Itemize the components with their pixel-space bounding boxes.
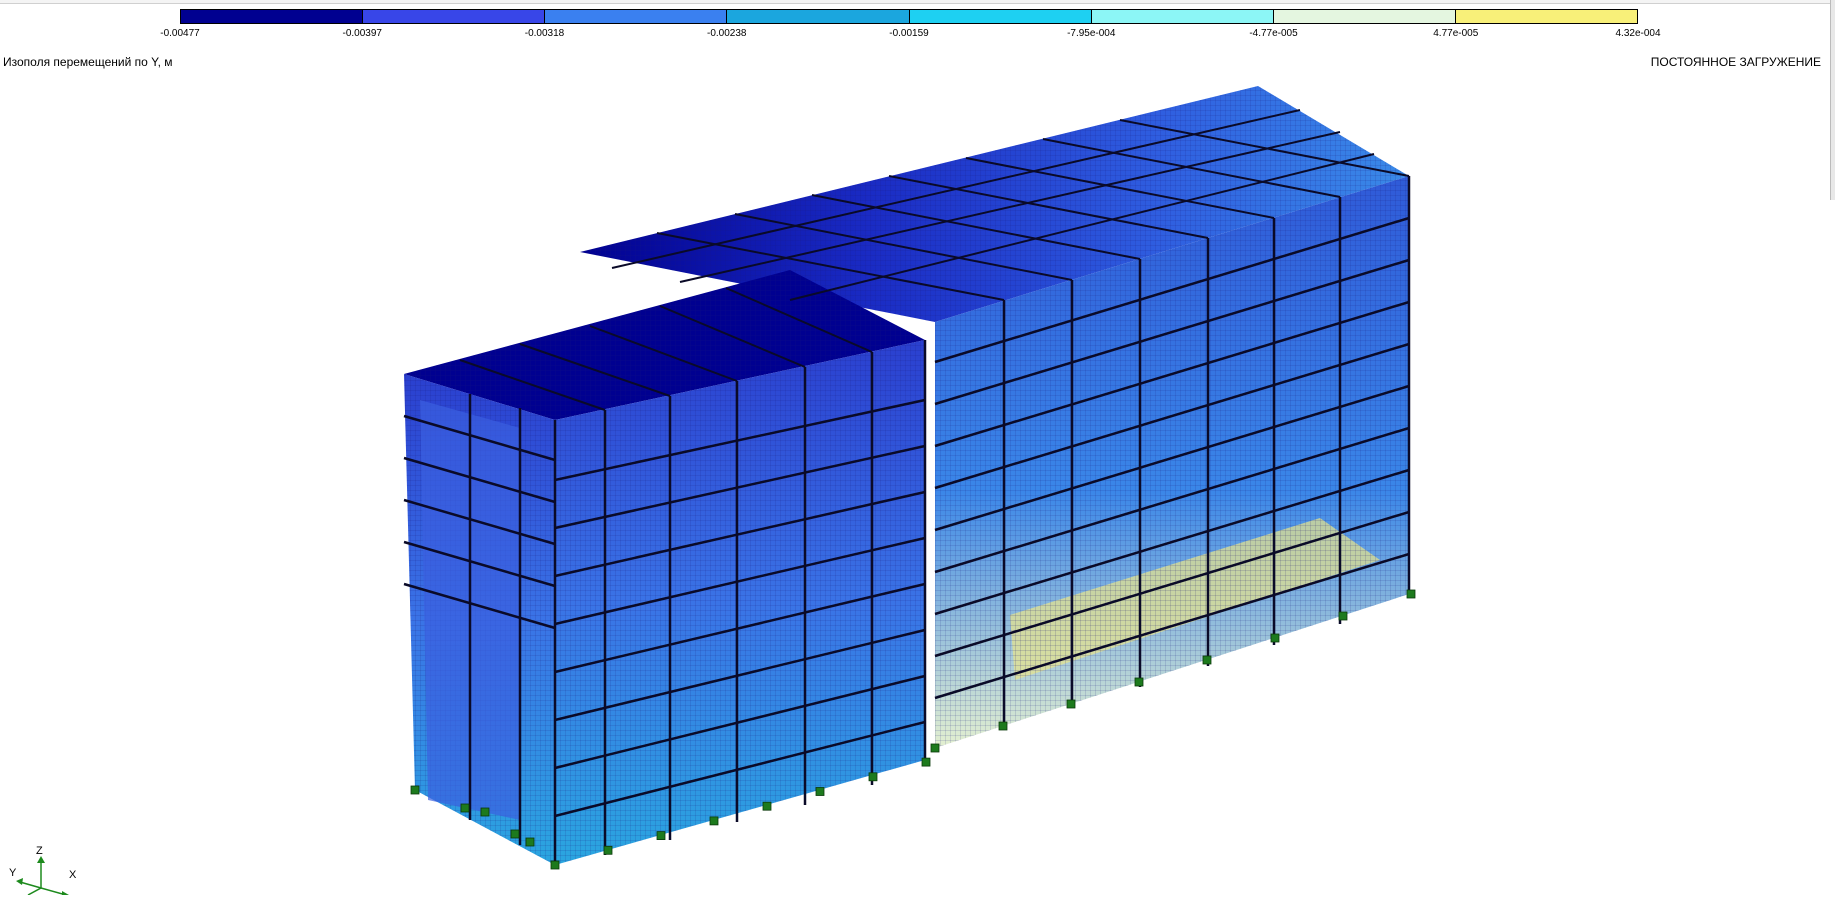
support-node bbox=[998, 721, 1008, 731]
support-node bbox=[603, 845, 613, 855]
support-node bbox=[1338, 611, 1348, 621]
axis-triad: Z Y X bbox=[6, 845, 76, 895]
support-node bbox=[921, 757, 931, 767]
building-model[interactable] bbox=[0, 0, 1835, 914]
support-node bbox=[930, 743, 940, 753]
support-node bbox=[762, 801, 772, 811]
support-node bbox=[480, 807, 490, 817]
support-node bbox=[1406, 589, 1416, 599]
support-node bbox=[868, 772, 878, 782]
support-node bbox=[1066, 699, 1076, 709]
axis-triad-icon bbox=[16, 856, 69, 895]
support-node bbox=[1202, 655, 1212, 665]
support-node bbox=[709, 816, 719, 826]
support-node bbox=[550, 860, 560, 870]
support-node bbox=[510, 829, 520, 839]
support-node bbox=[410, 785, 420, 795]
support-node bbox=[525, 837, 535, 847]
support-node bbox=[460, 803, 470, 813]
viewport-3d[interactable]: -0.00477 -0.00397 -0.00318 -0.00238 -0.00159… bbox=[0, 0, 1835, 914]
support-node bbox=[1270, 633, 1280, 643]
support-node bbox=[656, 831, 666, 840]
support-node bbox=[1134, 677, 1144, 687]
support-node bbox=[815, 787, 825, 796]
